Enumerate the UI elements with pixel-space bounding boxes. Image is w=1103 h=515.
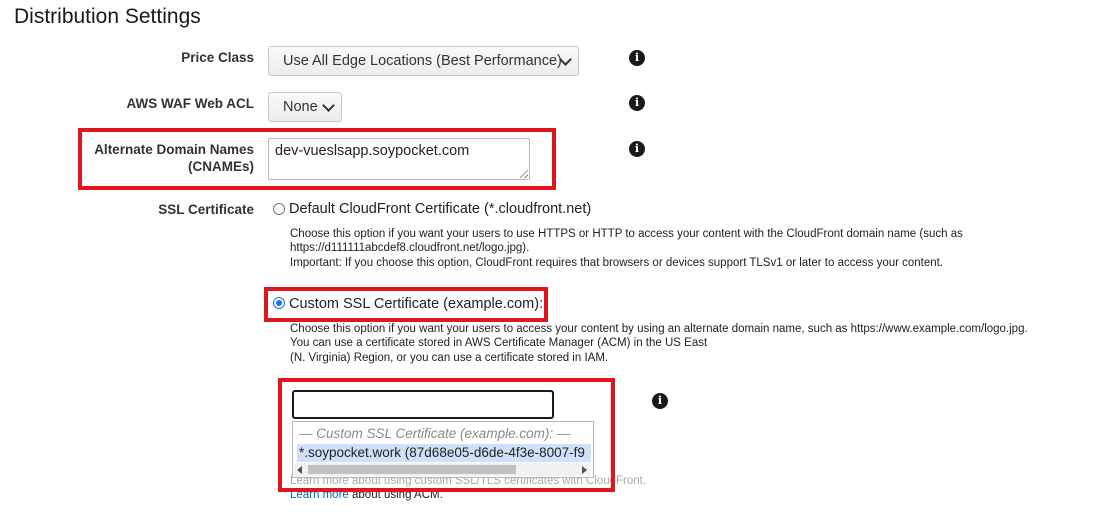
default-certificate-radio[interactable]	[273, 203, 285, 215]
price-class-value: Use All Edge Locations (Best Performance…	[283, 53, 562, 69]
default-certificate-label[interactable]: Default CloudFront Certificate (*.cloudf…	[289, 201, 591, 217]
custom-help-line2: You can use a certificate stored in AWS …	[290, 337, 708, 350]
cnames-label: Alternate Domain Names (CNAMEs)	[94, 141, 254, 175]
dropdown-horizontal-scrollbar[interactable]	[294, 463, 590, 476]
default-help-line1: Choose this option if you want your user…	[290, 228, 963, 240]
info-icon[interactable]: i	[629, 95, 645, 111]
cnames-label-line2: (CNAMEs)	[188, 159, 254, 174]
cnames-value: dev-vueslsapp.soypocket.com	[275, 143, 470, 159]
price-class-label: Price Class	[181, 50, 254, 65]
custom-help-line3: (N. Virginia) Region, or you can use a c…	[290, 351, 609, 364]
custom-certificate-radio[interactable]	[273, 297, 285, 309]
custom-help-line1: Choose this option if you want your user…	[290, 323, 1028, 335]
waf-label: AWS WAF Web ACL	[126, 96, 255, 111]
cnames-textarea[interactable]: dev-vueslsapp.soypocket.com	[268, 138, 530, 180]
info-icon[interactable]: i	[629, 50, 645, 66]
dropdown-option-certificate[interactable]: *.soypocket.work (87d68e05-d6de-4f3e-800…	[297, 444, 591, 462]
waf-value: None	[283, 99, 318, 115]
ssl-certificate-label: SSL Certificate	[158, 202, 254, 217]
certificate-input[interactable]	[292, 390, 554, 419]
scrollbar-thumb[interactable]	[308, 465, 516, 474]
default-certificate-help: Choose this option if you want your user…	[290, 227, 1050, 270]
scroll-left-icon[interactable]	[297, 466, 302, 474]
waf-select[interactable]: None	[268, 92, 342, 122]
dropdown-group-label: — Custom SSL Certificate (example.com): …	[299, 426, 571, 441]
info-icon[interactable]: i	[652, 393, 668, 409]
cnames-label-line1: Alternate Domain Names	[94, 142, 254, 157]
default-help-line3: Important: If you choose this option, Cl…	[290, 256, 944, 269]
certificate-dropdown[interactable]: — Custom SSL Certificate (example.com): …	[292, 421, 594, 478]
info-icon[interactable]: i	[629, 141, 645, 157]
scroll-right-icon[interactable]	[582, 466, 587, 474]
custom-certificate-help: Choose this option if you want your user…	[290, 322, 1080, 365]
resize-grip-icon[interactable]	[520, 170, 528, 178]
distribution-settings-page: Distribution Settings Price Class Use Al…	[0, 0, 1103, 515]
default-help-line2: https://d111111abcdef8.cloudfront.net/lo…	[290, 242, 530, 255]
custom-certificate-label[interactable]: Custom SSL Certificate (example.com):	[289, 296, 543, 312]
price-class-select[interactable]: Use All Edge Locations (Best Performance…	[268, 46, 579, 76]
section-title: Distribution Settings	[14, 5, 201, 28]
chevron-down-icon	[322, 99, 335, 112]
